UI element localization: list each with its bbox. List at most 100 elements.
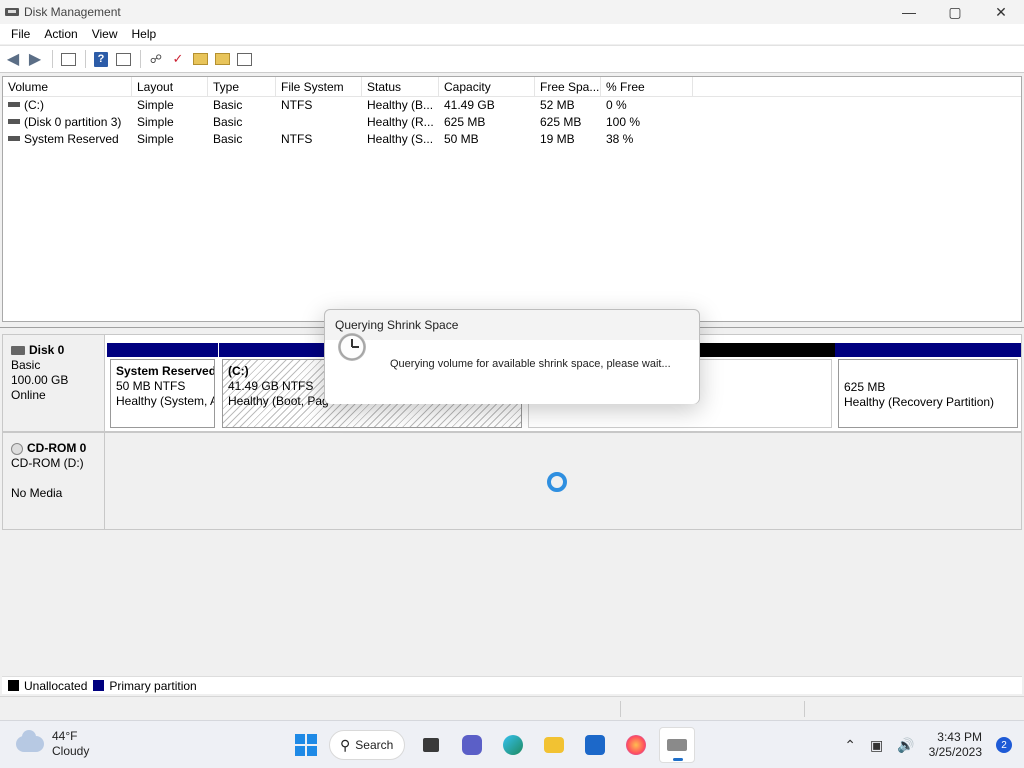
status-bar xyxy=(0,696,1024,720)
volume-free-space: 625 MB xyxy=(540,115,582,129)
search-label: Search xyxy=(355,738,394,752)
taskbar: 44°F Cloudy ⚲ Search ⌃ ▣ 🔊 3:43 PM 3/25/… xyxy=(0,720,1024,768)
partition-bar xyxy=(835,343,1021,357)
check-icon[interactable]: ✓ xyxy=(169,50,187,68)
querying-shrink-space-dialog[interactable]: Querying Shrink Space Querying volume fo… xyxy=(324,309,700,404)
file-explorer-button[interactable] xyxy=(536,727,572,763)
volume-icon xyxy=(8,119,20,125)
volume-name: (C:) xyxy=(24,98,44,112)
notification-badge[interactable]: 2 xyxy=(996,737,1012,753)
volume-list: Volume Layout Type File System Status Ca… xyxy=(2,76,1022,322)
chat-icon xyxy=(462,735,482,755)
cdrom-0-row: CD-ROM 0 CD-ROM (D:) No Media xyxy=(2,432,1022,530)
volume-percent-free: 0 % xyxy=(606,98,627,112)
column-header-capacity[interactable]: Capacity xyxy=(439,77,535,97)
column-header-status[interactable]: Status xyxy=(362,77,439,97)
volume-icon[interactable]: 🔊 xyxy=(897,737,914,754)
legend-label: Primary partition xyxy=(109,678,197,693)
partition-recovery[interactable]: 625 MB Healthy (Recovery Partition) xyxy=(835,343,1021,431)
taskbar-search[interactable]: ⚲ Search xyxy=(329,730,405,760)
menu-bar: File Action View Help xyxy=(0,24,1024,44)
dialog-content xyxy=(325,340,699,404)
volume-type: Basic xyxy=(213,115,243,129)
column-header-layout[interactable]: Layout xyxy=(132,77,208,97)
disk-0-label[interactable]: Disk 0 Basic 100.00 GB Online xyxy=(3,335,105,431)
folder-up-icon[interactable] xyxy=(191,50,209,68)
chevron-up-icon[interactable]: ⌃ xyxy=(844,737,856,754)
volume-name: (Disk 0 partition 3) xyxy=(24,115,122,129)
column-header-percent-free[interactable]: % Free xyxy=(601,77,693,97)
column-header-free-space[interactable]: Free Spa... xyxy=(535,77,601,97)
column-header-volume[interactable]: Volume xyxy=(3,77,132,97)
cdrom-name: CD-ROM 0 xyxy=(27,441,87,455)
minimize-button[interactable]: — xyxy=(886,0,932,24)
column-header-type[interactable]: Type xyxy=(208,77,276,97)
task-view-icon xyxy=(423,738,439,752)
primary-swatch xyxy=(93,680,105,691)
volume-capacity: 41.49 GB xyxy=(444,98,495,112)
disk-management-app-icon xyxy=(5,6,19,18)
back-arrow-icon[interactable]: ◀ xyxy=(4,50,22,68)
partition-status: Healthy (System, A xyxy=(116,394,215,408)
chat-button[interactable] xyxy=(454,727,490,763)
show-hide-console-tree-icon[interactable] xyxy=(59,50,77,68)
clock-date: 3/25/2023 xyxy=(928,745,982,759)
volume-row-disk0-partition3[interactable]: (Disk 0 partition 3) Simple Basic Health… xyxy=(3,114,1021,131)
store-button[interactable] xyxy=(577,727,613,763)
volume-percent-free: 100 % xyxy=(606,115,641,129)
volume-free-space: 52 MB xyxy=(540,98,575,112)
volume-layout: Simple xyxy=(137,132,174,146)
legend-primary: Primary partition xyxy=(93,678,197,693)
volume-row-c[interactable]: (C:) Simple Basic NTFS Healthy (B... 41.… xyxy=(3,97,1021,114)
firefox-icon xyxy=(626,735,646,755)
menu-file[interactable]: File xyxy=(4,24,37,44)
cdrom-media: No Media xyxy=(11,486,63,500)
store-icon xyxy=(585,735,605,755)
disk-management-taskbar-button[interactable] xyxy=(659,727,695,763)
firefox-button[interactable] xyxy=(618,727,654,763)
folder-search-icon[interactable] xyxy=(213,50,231,68)
volume-name: System Reserved xyxy=(24,132,119,146)
partition-name: System Reserved xyxy=(116,364,215,378)
start-button[interactable] xyxy=(288,727,324,763)
maximize-button[interactable]: ▢ xyxy=(932,0,978,24)
task-view-button[interactable] xyxy=(413,727,449,763)
toolbar-separator xyxy=(52,50,53,68)
clock-time: 3:43 PM xyxy=(937,730,982,744)
help-icon[interactable]: ? xyxy=(92,50,110,68)
menu-view[interactable]: View xyxy=(85,24,125,44)
disk-name: Disk 0 xyxy=(29,343,65,357)
search-icon: ⚲ xyxy=(340,736,351,753)
cdrom-0-label[interactable]: CD-ROM 0 CD-ROM (D:) No Media xyxy=(3,433,105,529)
volume-status: Healthy (B... xyxy=(367,98,434,112)
close-button[interactable]: ✕ xyxy=(978,0,1024,24)
edge-button[interactable] xyxy=(495,727,531,763)
clock-icon xyxy=(338,333,366,361)
volume-capacity: 625 MB xyxy=(444,115,486,129)
busy-spinner-icon xyxy=(547,472,567,492)
partition-system-reserved[interactable]: System Reserved 50 MB NTFS Healthy (Syst… xyxy=(107,343,218,431)
weather-widget[interactable]: 44°F Cloudy xyxy=(16,729,89,759)
title-bar: Disk Management — ▢ ✕ xyxy=(0,0,1024,24)
forward-arrow-icon[interactable]: ▶ xyxy=(26,50,44,68)
properties-icon[interactable] xyxy=(114,50,132,68)
volume-row-system-reserved[interactable]: System Reserved Simple Basic NTFS Health… xyxy=(3,131,1021,148)
cdrom-drive: CD-ROM (D:) xyxy=(11,456,84,470)
volume-file-system xyxy=(276,114,362,131)
window-title: Disk Management xyxy=(24,5,121,19)
dialog-title: Querying Shrink Space xyxy=(335,318,459,332)
cloud-icon xyxy=(16,730,44,752)
network-icon[interactable]: ▣ xyxy=(870,737,883,754)
menu-action[interactable]: Action xyxy=(37,24,84,44)
windows-logo-icon xyxy=(295,734,317,756)
dialog-message: Querying volume for available shrink spa… xyxy=(390,358,671,370)
legend: Unallocated Primary partition xyxy=(2,676,1022,694)
clock[interactable]: 3:43 PM 3/25/2023 xyxy=(929,730,982,760)
menu-help[interactable]: Help xyxy=(125,24,164,44)
volume-free-space: 19 MB xyxy=(540,132,575,146)
connect-icon[interactable]: ☍ xyxy=(147,50,165,68)
column-header-file-system[interactable]: File System xyxy=(276,77,362,97)
toolbar: ◀ ▶ ? ☍ ✓ xyxy=(0,45,1024,73)
list-view-icon[interactable] xyxy=(235,50,253,68)
volume-file-system: NTFS xyxy=(281,132,313,146)
